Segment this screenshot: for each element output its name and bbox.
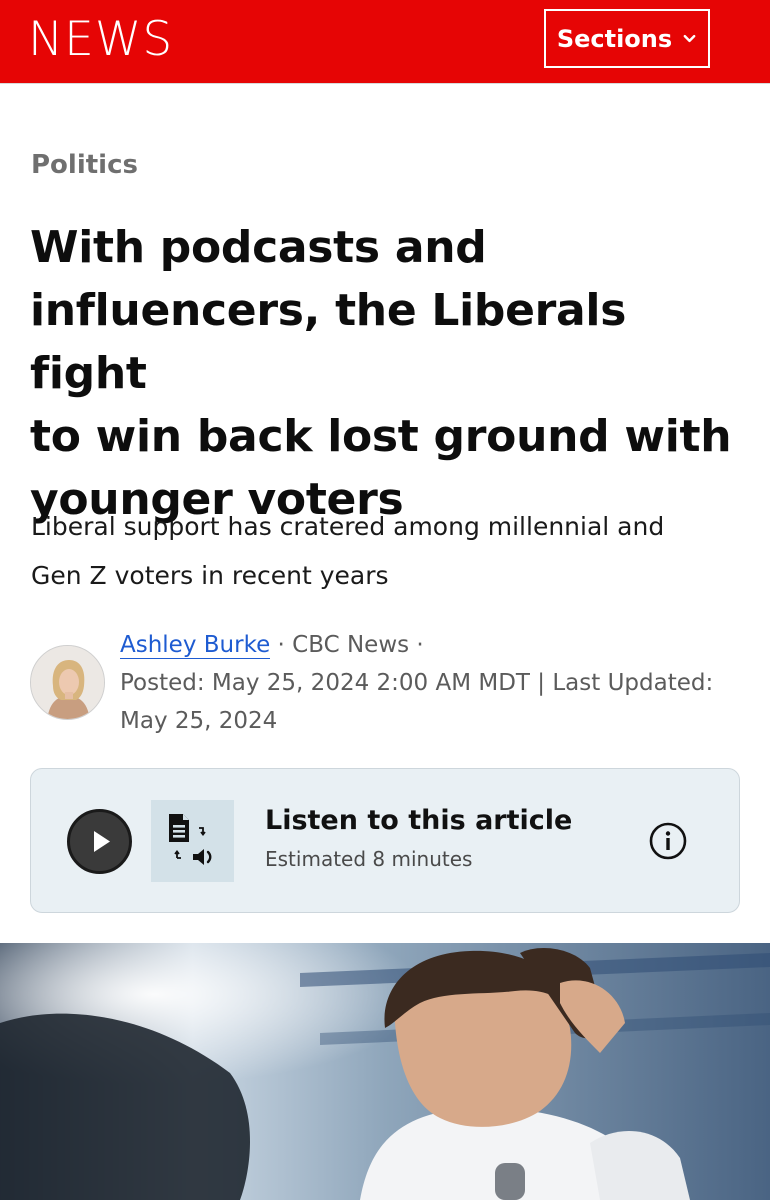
article-deck: Liberal support has cratered among mille… <box>31 502 746 600</box>
hero-image <box>0 943 770 1200</box>
article-headline: With podcasts and influencers, the Liber… <box>30 216 750 531</box>
sections-label: Sections <box>556 24 673 53</box>
headline-line: With podcasts and <box>30 222 487 273</box>
info-button[interactable] <box>648 821 688 861</box>
sections-menu-button[interactable]: Sections <box>544 9 710 68</box>
listen-title: Listen to this article <box>265 805 573 836</box>
byline-separator: · <box>270 632 293 658</box>
updated-timestamp: May 25, 2024 <box>120 708 278 734</box>
listen-to-article-card: Listen to this article Estimated 8 minut… <box>30 768 740 913</box>
headline-line: to win back lost ground with <box>30 411 732 462</box>
news-logo[interactable]: NEWS <box>28 12 173 68</box>
header-divider <box>0 83 770 84</box>
article-byline: Ashley Burke · CBC News · Posted: May 25… <box>120 626 750 740</box>
text-to-speech-badge <box>151 800 234 882</box>
author-photo-icon <box>31 646 104 719</box>
byline-separator: · <box>409 632 424 658</box>
byline-line-1: Ashley Burke · CBC News · <box>120 626 750 664</box>
play-icon <box>94 831 110 852</box>
author-link[interactable]: Ashley Burke <box>120 632 271 659</box>
listen-duration: Estimated 8 minutes <box>265 847 473 871</box>
posted-timestamp: Posted: May 25, 2024 2:00 AM MDT | Last … <box>120 670 714 696</box>
top-navigation-bar: NEWS Sections <box>0 0 770 83</box>
article-category[interactable]: Politics <box>31 150 138 180</box>
deck-line: Liberal support has cratered among mille… <box>31 512 665 541</box>
deck-line: Gen Z voters in recent years <box>31 561 389 590</box>
chevron-down-icon <box>683 34 696 43</box>
author-avatar <box>30 645 105 720</box>
photo-icon <box>0 943 770 1200</box>
headline-line: influencers, the Liberals fight <box>30 285 627 399</box>
play-button[interactable] <box>67 809 132 874</box>
outlet-name: CBC News <box>292 632 410 658</box>
info-icon <box>649 822 687 860</box>
text-to-speech-icon <box>169 814 212 865</box>
